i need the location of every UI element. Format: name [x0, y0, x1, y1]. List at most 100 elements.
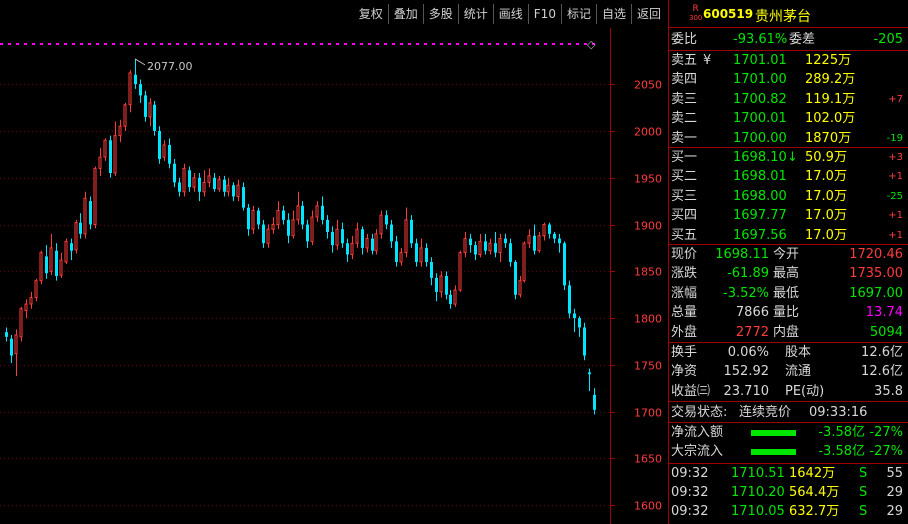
- candle-body: [331, 232, 334, 246]
- ask-label: 卖四: [671, 72, 698, 88]
- bid-change: -25: [886, 190, 903, 202]
- candle-body: [488, 242, 492, 252]
- candle-body: [578, 318, 581, 328]
- fundamentals-label: 流通: [785, 364, 812, 380]
- badge-letter: R: [692, 4, 699, 14]
- market-badge: R 300: [689, 5, 702, 23]
- fundamentals-value: 12.6亿: [861, 345, 903, 360]
- quote-row: 现价 1698.11 今开 1720.46: [669, 245, 908, 264]
- candle-body: [182, 167, 186, 193]
- quote-row: 总量 7866 量比 13.74: [669, 303, 908, 322]
- flow-pct: -27%: [869, 444, 903, 460]
- candle-body: [548, 224, 551, 234]
- candle-body: [306, 224, 309, 242]
- candle-body: [162, 144, 166, 158]
- fundamentals-label: 股本: [785, 345, 812, 360]
- candle-body: [247, 207, 250, 230]
- fundamentals-row: 换手 0.06% 股本 12.6亿: [669, 343, 908, 362]
- candle-body: [593, 394, 596, 410]
- candle-body: [419, 247, 423, 263]
- candle-body: [374, 233, 378, 252]
- toolbar-button-1[interactable]: 叠加: [387, 4, 423, 24]
- candle-body: [282, 210, 285, 220]
- chart-canvas[interactable]: 2050 2000 1950 1900 1850 1800 1750 1700 1650 1600…: [0, 28, 668, 524]
- quote-label: 总量: [671, 305, 698, 321]
- bid-level[interactable]: 买五 1697.56 17.0万 +1: [669, 226, 908, 245]
- candle-body: [192, 177, 196, 188]
- candle-body: [59, 259, 63, 276]
- bid-price: 1697.56: [733, 227, 787, 243]
- ask-level[interactable]: 卖二 1700.01 102.0万: [669, 109, 908, 128]
- tick-price: 1710.51: [731, 466, 785, 481]
- candle-body: [379, 214, 383, 235]
- y-tick-label: 1700: [634, 407, 662, 420]
- tick-count: 55: [886, 466, 903, 481]
- ask-marker: ¥: [703, 53, 712, 68]
- candle-body: [321, 205, 324, 220]
- candle-body: [350, 242, 354, 255]
- y-tick-label: 1750: [634, 360, 662, 373]
- diamond-icon: ◇: [587, 38, 596, 51]
- stock-code[interactable]: 600519: [703, 7, 753, 21]
- toolbar-button-5[interactable]: F10: [527, 4, 561, 24]
- candle-body: [29, 297, 33, 305]
- tick-time: 09:32: [671, 466, 709, 481]
- tick-time: 09:32: [671, 504, 709, 519]
- ask-price: 1700.00: [733, 130, 787, 146]
- candle-body: [198, 177, 201, 192]
- candle-body: [478, 240, 482, 255]
- bid-volume: 17.0万: [805, 208, 847, 224]
- ask-level[interactable]: 卖四 1701.00 289.2万: [669, 70, 908, 89]
- bid-level[interactable]: 买一 ↓ 1698.10 50.9万 +3: [669, 148, 908, 167]
- toolbar-button-4[interactable]: 画线: [492, 4, 528, 24]
- candle-body: [522, 242, 526, 282]
- ask-volume: 119.1万: [805, 91, 856, 107]
- bid-label: 买五: [671, 227, 698, 243]
- toolbar-button-6[interactable]: 标记: [560, 4, 596, 24]
- toolbar-button-3[interactable]: 统计: [457, 4, 493, 24]
- tick-row[interactable]: 09:32 1710.51 1642万 S 55: [669, 464, 908, 483]
- tick-row[interactable]: 09:32 1710.05 632.7万 S 29: [669, 502, 908, 521]
- trading-status-row: 交易状态: 连续竞价 09:33:16: [669, 403, 908, 422]
- quote-label: 内盘: [773, 324, 800, 340]
- ask-change: +7: [888, 93, 903, 105]
- ask-volume: 102.0万: [805, 111, 856, 127]
- ask-price: 1700.01: [733, 111, 787, 127]
- y-tick-label: 2050: [634, 79, 662, 92]
- candle-body: [453, 289, 457, 305]
- bid-level[interactable]: 买二 1698.01 17.0万 +1: [669, 167, 908, 186]
- ask-level[interactable]: 卖三 1700.82 119.1万 +7: [669, 90, 908, 109]
- quote-label: 最高: [773, 266, 800, 282]
- candle-body: [514, 261, 517, 295]
- trading-status-label: 交易状态:: [671, 405, 728, 420]
- quote-value: 1720.46: [849, 247, 903, 262]
- candle-body: [553, 233, 556, 239]
- candle-body: [113, 135, 117, 174]
- quote-label: 量比: [773, 305, 800, 321]
- chart-toolbar: 复权 叠加 多股 统计 画线 F10 标记 自选 返回: [0, 0, 668, 28]
- candle-body: [45, 256, 48, 274]
- bid-label: 买二: [671, 169, 698, 185]
- quote-value: -61.89: [727, 266, 769, 282]
- quote-value: 13.74: [865, 305, 903, 321]
- candlestick-chart[interactable]: 2050 2000 1950 1900 1850 1800 1750 1700 1650 1600…: [0, 28, 668, 524]
- candle-body: [365, 238, 369, 249]
- bid-label: 买三: [671, 188, 698, 204]
- ask-level[interactable]: 卖一 1700.00 1870万 -19: [669, 129, 908, 148]
- tick-row[interactable]: 09:32 1710.20 564.4万 S 29: [669, 483, 908, 502]
- bid-level[interactable]: 买三 1698.00 17.0万 -25: [669, 187, 908, 206]
- bid-level[interactable]: 买四 1697.77 17.0万 +1: [669, 206, 908, 225]
- ask-level[interactable]: 卖五 ¥1701.01 1225万: [669, 51, 908, 70]
- fundamentals-label: 净资: [671, 364, 698, 380]
- bid-change: +1: [888, 210, 903, 222]
- toolbar-button-0[interactable]: 复权: [354, 4, 388, 24]
- candle-body: [207, 175, 211, 183]
- candle-body: [39, 252, 43, 282]
- tick-side: S: [859, 504, 868, 519]
- toolbar-button-8[interactable]: 返回: [630, 4, 666, 24]
- stock-name[interactable]: 贵州茅台: [755, 6, 811, 26]
- candle-body: [315, 205, 319, 218]
- quote-value: 1697.00: [849, 285, 903, 301]
- toolbar-button-2[interactable]: 多股: [422, 4, 458, 24]
- toolbar-button-7[interactable]: 自选: [595, 4, 631, 24]
